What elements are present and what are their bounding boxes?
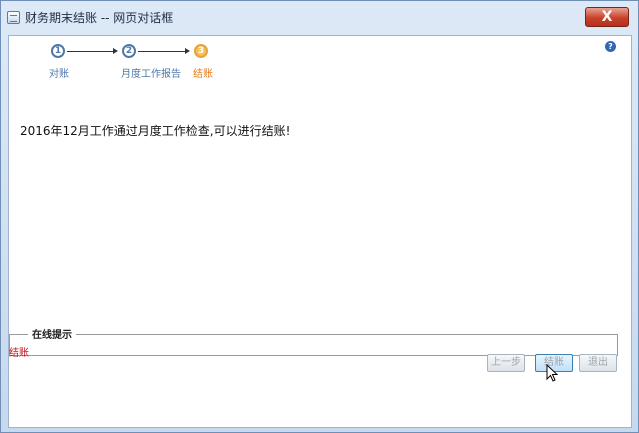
hint-title: 在线提示 [28, 326, 76, 341]
close-button[interactable]: X [585, 7, 629, 27]
dialog-content: ? 1 2 3 对账 月度工作报告 结账 2016年12月工作通过月度工作检查,… [8, 35, 632, 428]
hint-box [9, 334, 618, 356]
step-1-circle: 1 [51, 44, 65, 58]
window-title: 财务期末结账 -- 网页对话框 [25, 11, 174, 25]
dialog-window: 财务期末结账 -- 网页对话框 X ? 1 2 3 对账 月度工作报告 结账 2… [0, 0, 639, 433]
step-2-label: 月度工作报告 [121, 69, 181, 80]
mouse-cursor-icon [546, 364, 558, 382]
app-icon [7, 11, 20, 24]
help-icon[interactable]: ? [605, 41, 616, 52]
arrow-right-icon [113, 48, 118, 54]
step-connector [138, 51, 185, 52]
exit-button[interactable]: 退出 [579, 354, 617, 372]
step-connector [67, 51, 113, 52]
hint-text: 结账 [9, 348, 29, 359]
step-3-label: 结账 [193, 69, 213, 80]
title-bar[interactable]: 财务期末结账 -- 网页对话框 X [1, 1, 638, 35]
prev-step-button[interactable]: 上一步 [487, 354, 525, 372]
step-3-circle: 3 [194, 44, 208, 58]
step-2-circle: 2 [122, 44, 136, 58]
arrow-right-icon [185, 48, 190, 54]
step-1-label: 对账 [49, 69, 69, 80]
status-message: 2016年12月工作通过月度工作检查,可以进行结账! [20, 124, 291, 138]
